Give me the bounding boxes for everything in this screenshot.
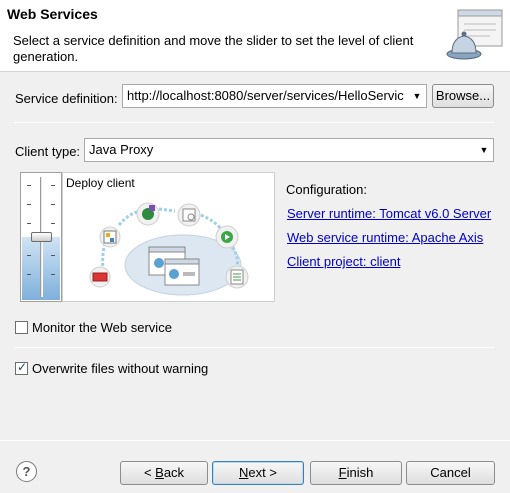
back-mnemonic: B (155, 465, 164, 480)
next-button[interactable]: Next > (212, 461, 304, 485)
slider-tick (27, 204, 31, 205)
monitor-label: Monitor the Web service (32, 320, 172, 335)
service-definition-value: http://localhost:8080/server/services/He… (127, 88, 404, 103)
test-icon (225, 265, 249, 289)
client-generation-diagram: Deploy client (62, 172, 275, 302)
slider-tick (51, 255, 55, 256)
cancel-button[interactable]: Cancel (406, 461, 495, 485)
slider-tick (27, 223, 31, 224)
slider-tick (27, 274, 31, 275)
finish-rest: inish (346, 465, 374, 480)
client-type-label: Client type: (15, 144, 81, 159)
overwrite-label: Overwrite files without warning (32, 361, 209, 376)
service-definition-combo[interactable]: http://localhost:8080/server/services/He… (122, 84, 427, 108)
wsdl-icon (99, 226, 121, 248)
slider-thumb[interactable] (31, 232, 52, 242)
monitor-checkbox[interactable] (15, 321, 28, 334)
browse-button[interactable]: Browse... (432, 84, 494, 108)
dropdown-arrow-icon[interactable]: ▼ (408, 85, 426, 107)
dropdown-arrow-icon[interactable]: ▼ (475, 139, 493, 161)
page-description: Select a service definition and move the… (13, 33, 414, 64)
service-icon (89, 266, 111, 288)
slider-tick (27, 255, 31, 256)
server-runtime-link[interactable]: Server runtime: Tomcat v6.0 Server (287, 206, 491, 221)
finish-mnemonic: F (338, 465, 347, 480)
overwrite-checkbox[interactable]: ✓ (15, 360, 28, 375)
web-service-runtime-link[interactable]: Web service runtime: Apache Axis (287, 230, 483, 245)
next-rest: ext > (248, 465, 277, 480)
slider-tick (51, 274, 55, 275)
client-generation-slider[interactable] (20, 172, 62, 302)
assemble-icon (177, 203, 201, 227)
slider-tick (51, 204, 55, 205)
web-services-wizard-icon (444, 6, 504, 66)
slider-tick (51, 185, 55, 186)
wizard-banner: Web Services Select a service definition… (0, 0, 510, 72)
client-type-value: Java Proxy (89, 142, 154, 157)
configuration-heading: Configuration: (286, 182, 367, 197)
separator (0, 440, 510, 441)
help-icon[interactable]: ? (16, 461, 37, 482)
finish-button[interactable]: Finish (310, 461, 402, 485)
develop-icon (136, 202, 160, 226)
client-project-link[interactable]: Client project: client (287, 254, 400, 269)
back-button[interactable]: < Back (120, 461, 208, 485)
next-mnemonic: N (239, 465, 249, 480)
checkmark-icon: ✓ (17, 360, 28, 374)
client-type-combo[interactable]: Java Proxy ▼ (84, 138, 494, 162)
page-title: Web Services (7, 6, 98, 22)
service-definition-label: Service definition: (15, 91, 118, 106)
slider-level-label: Deploy client (66, 176, 135, 190)
back-prefix: < (143, 465, 156, 480)
deploy-icon (215, 225, 239, 249)
slider-tick (51, 223, 55, 224)
client-window-icon (164, 258, 200, 286)
slider-tick (27, 185, 31, 186)
separator (14, 347, 494, 348)
back-rest: ack (163, 465, 185, 480)
separator (14, 122, 494, 123)
